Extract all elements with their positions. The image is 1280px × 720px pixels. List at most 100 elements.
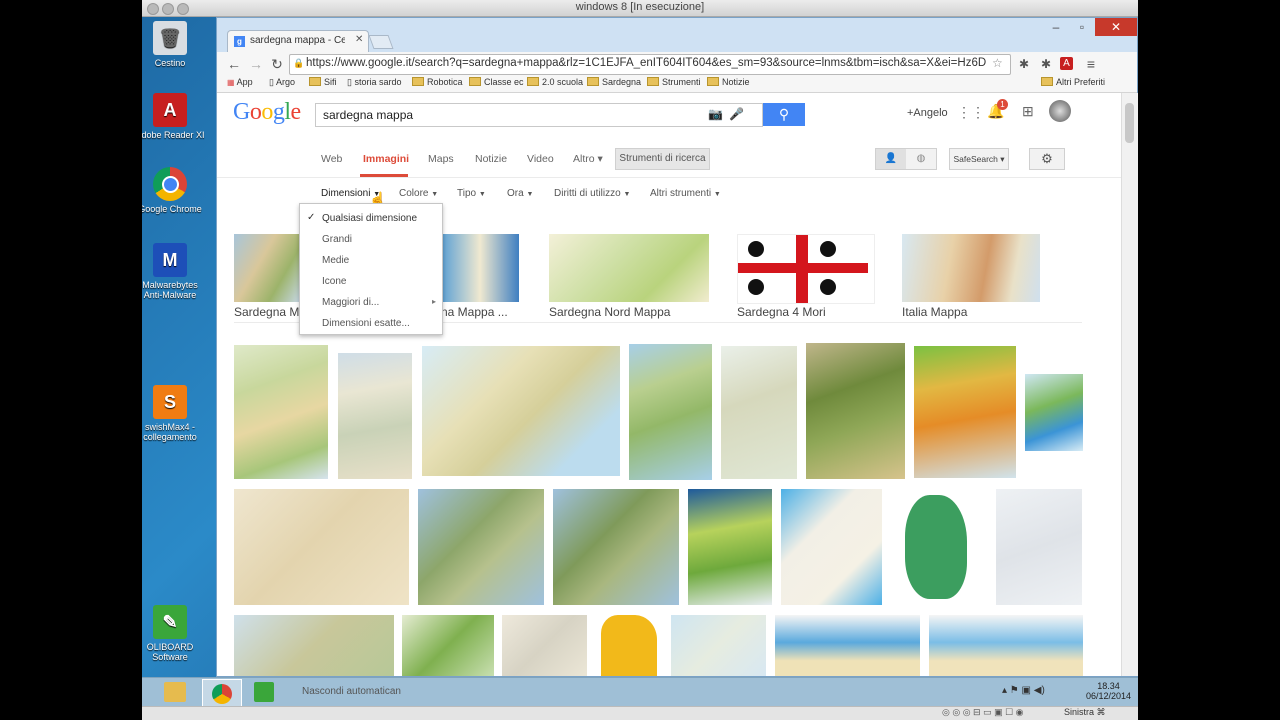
bookmark-sardegna[interactable]: Sardegna	[587, 77, 641, 87]
acrobat-extension-icon[interactable]: A	[1060, 57, 1073, 70]
menu-item-icone[interactable]: Icone	[322, 276, 346, 287]
share-plus-icon[interactable]: ⊞	[1022, 103, 1034, 120]
maximize-window-button[interactable]: ▫	[1069, 18, 1095, 36]
result-image[interactable]	[891, 489, 987, 605]
menu-item-qualsiasi[interactable]: Qualsiasi dimensione	[322, 213, 417, 224]
result-image[interactable]	[595, 615, 663, 676]
menu-icon[interactable]: ≡	[1082, 55, 1100, 73]
file-explorer-icon[interactable]	[164, 682, 186, 702]
safesearch-dropdown[interactable]: SafeSearch ▾	[949, 148, 1009, 170]
result-image[interactable]	[806, 343, 905, 479]
menu-item-grandi[interactable]: Grandi	[322, 234, 352, 245]
extension-icon[interactable]: ✱	[1037, 55, 1055, 73]
bookmark-apps[interactable]: ▦ App	[227, 77, 253, 87]
result-image[interactable]	[671, 615, 766, 676]
bookmark-robotica[interactable]: Robotica	[412, 77, 463, 87]
bookmark-storia-sardo[interactable]: ▯ storia sardo	[347, 77, 401, 88]
bookmark-altri-preferiti[interactable]: Altri Preferiti	[1041, 77, 1105, 87]
result-image[interactable]	[781, 489, 882, 605]
microphone-icon[interactable]: 🎤	[729, 107, 744, 121]
result-image[interactable]	[929, 615, 1083, 676]
clock[interactable]: 18.34 06/12/2014	[1086, 681, 1131, 701]
desktop-icon-adobe-reader[interactable]: A Adobe Reader XI	[142, 93, 205, 140]
taskbar-chrome-button[interactable]	[202, 679, 242, 709]
apps-grid-icon[interactable]: ⋮⋮	[957, 104, 985, 121]
menu-item-esatte[interactable]: Dimensioni esatte...	[322, 318, 410, 329]
camera-icon[interactable]: 📷	[708, 107, 723, 121]
related-caption[interactable]: Sardegna M	[234, 305, 299, 319]
search-button[interactable]: ⚲	[763, 103, 805, 126]
menu-item-maggiori[interactable]: Maggiori di...	[322, 297, 379, 308]
search-tools-button[interactable]: Strumenti di ricerca	[615, 148, 710, 170]
desktop-icon-recycle-bin[interactable]: 🗑 Cestino	[142, 21, 205, 68]
page-scrollbar[interactable]	[1121, 93, 1138, 676]
related-image-four-moors[interactable]	[737, 234, 875, 304]
bookmark-strumenti[interactable]: Strumenti	[647, 77, 701, 87]
bookmark-2-0-scuola[interactable]: 2.0 scuola	[527, 77, 583, 87]
desktop-icon-swishmax[interactable]: S swishMax4 - collegamento	[142, 385, 205, 442]
filter-colore[interactable]: Colore ▼	[399, 188, 438, 199]
result-image[interactable]	[422, 346, 620, 476]
result-image[interactable]	[338, 353, 412, 479]
related-caption[interactable]: Sardegna 4 Mori	[737, 305, 826, 319]
bookmark-classe-ec[interactable]: Classe ec	[469, 77, 524, 87]
extension-puzzle-icon[interactable]: ✱	[1015, 55, 1033, 73]
tray-icons[interactable]: ▴ ⚑ ▣ ◀)	[1002, 685, 1045, 696]
search-input[interactable]: sardegna mappa 📷 🎤	[315, 103, 763, 127]
bookmark-argo[interactable]: ▯ Argo	[269, 77, 295, 88]
close-window-button[interactable]: ✕	[1095, 18, 1137, 36]
related-image[interactable]	[549, 234, 709, 302]
filter-altri-strumenti[interactable]: Altri strumenti ▼	[650, 188, 721, 199]
result-image[interactable]	[688, 489, 772, 605]
result-image[interactable]	[234, 615, 394, 676]
menu-item-medie[interactable]: Medie	[322, 255, 349, 266]
tab-maps[interactable]: Maps	[428, 153, 454, 165]
filter-tipo[interactable]: Tipo ▼	[457, 188, 486, 199]
desktop-icon-chrome[interactable]: Google Chrome	[142, 167, 205, 214]
result-image[interactable]	[629, 344, 712, 480]
result-image[interactable]	[553, 489, 679, 605]
result-image[interactable]	[234, 345, 328, 479]
desktop-icon-oliboard[interactable]: ✎ OLIBOARD Software	[142, 605, 205, 662]
person-icon[interactable]: 👤	[876, 149, 906, 169]
filter-diritti[interactable]: Diritti di utilizzo ▼	[554, 188, 630, 199]
settings-gear-icon[interactable]: ⚙	[1029, 148, 1065, 170]
related-image[interactable]	[902, 234, 1040, 302]
related-image[interactable]	[234, 234, 300, 302]
desktop-icon-malwarebytes[interactable]: M Malwarebytes Anti-Malware	[142, 243, 205, 300]
related-caption[interactable]: Sardegna Nord Mappa	[549, 305, 670, 319]
scrollbar-thumb[interactable]	[1125, 103, 1134, 143]
result-image[interactable]	[402, 615, 494, 676]
result-image[interactable]	[1025, 374, 1083, 451]
related-caption[interactable]: Italia Mappa	[902, 305, 967, 319]
tab-immagini[interactable]: Immagini	[363, 153, 409, 165]
close-tab-icon[interactable]: ✕	[355, 34, 363, 45]
result-image[interactable]	[914, 346, 1016, 478]
filter-ora[interactable]: Ora ▼	[507, 188, 533, 199]
reload-button[interactable]: ↻	[268, 55, 286, 73]
related-image[interactable]	[441, 234, 519, 302]
related-caption[interactable]: na Mappa ...	[441, 305, 508, 319]
tab-web[interactable]: Web	[321, 153, 342, 165]
user-link[interactable]: +Angelo	[907, 107, 948, 119]
globe-icon[interactable]: ◍	[906, 149, 936, 169]
result-image[interactable]	[234, 489, 409, 605]
tab-altro[interactable]: Altro ▾	[573, 153, 603, 165]
result-image[interactable]	[418, 489, 544, 605]
star-icon[interactable]: ☆	[992, 56, 1003, 70]
oliboard-taskbar-icon[interactable]	[254, 682, 274, 702]
new-tab-button[interactable]	[368, 35, 394, 49]
address-bar[interactable]: 🔒 https://www.google.it/search?q=sardegn…	[289, 54, 1011, 75]
avatar[interactable]	[1049, 100, 1071, 122]
tab-video[interactable]: Video	[527, 153, 554, 165]
minimize-window-button[interactable]: –	[1043, 18, 1069, 36]
tab-notizie[interactable]: Notizie	[475, 153, 507, 165]
bookmark-sifi[interactable]: Sifi	[309, 77, 337, 87]
result-image[interactable]	[996, 489, 1082, 605]
result-image[interactable]	[775, 615, 920, 676]
result-image[interactable]	[721, 346, 797, 479]
google-logo[interactable]: Google	[233, 99, 301, 126]
bookmark-notizie[interactable]: Notizie	[707, 77, 750, 87]
browser-tab[interactable]: g sardegna mappa - Cerca c... ✕	[227, 30, 369, 53]
forward-button[interactable]: →	[247, 55, 265, 73]
